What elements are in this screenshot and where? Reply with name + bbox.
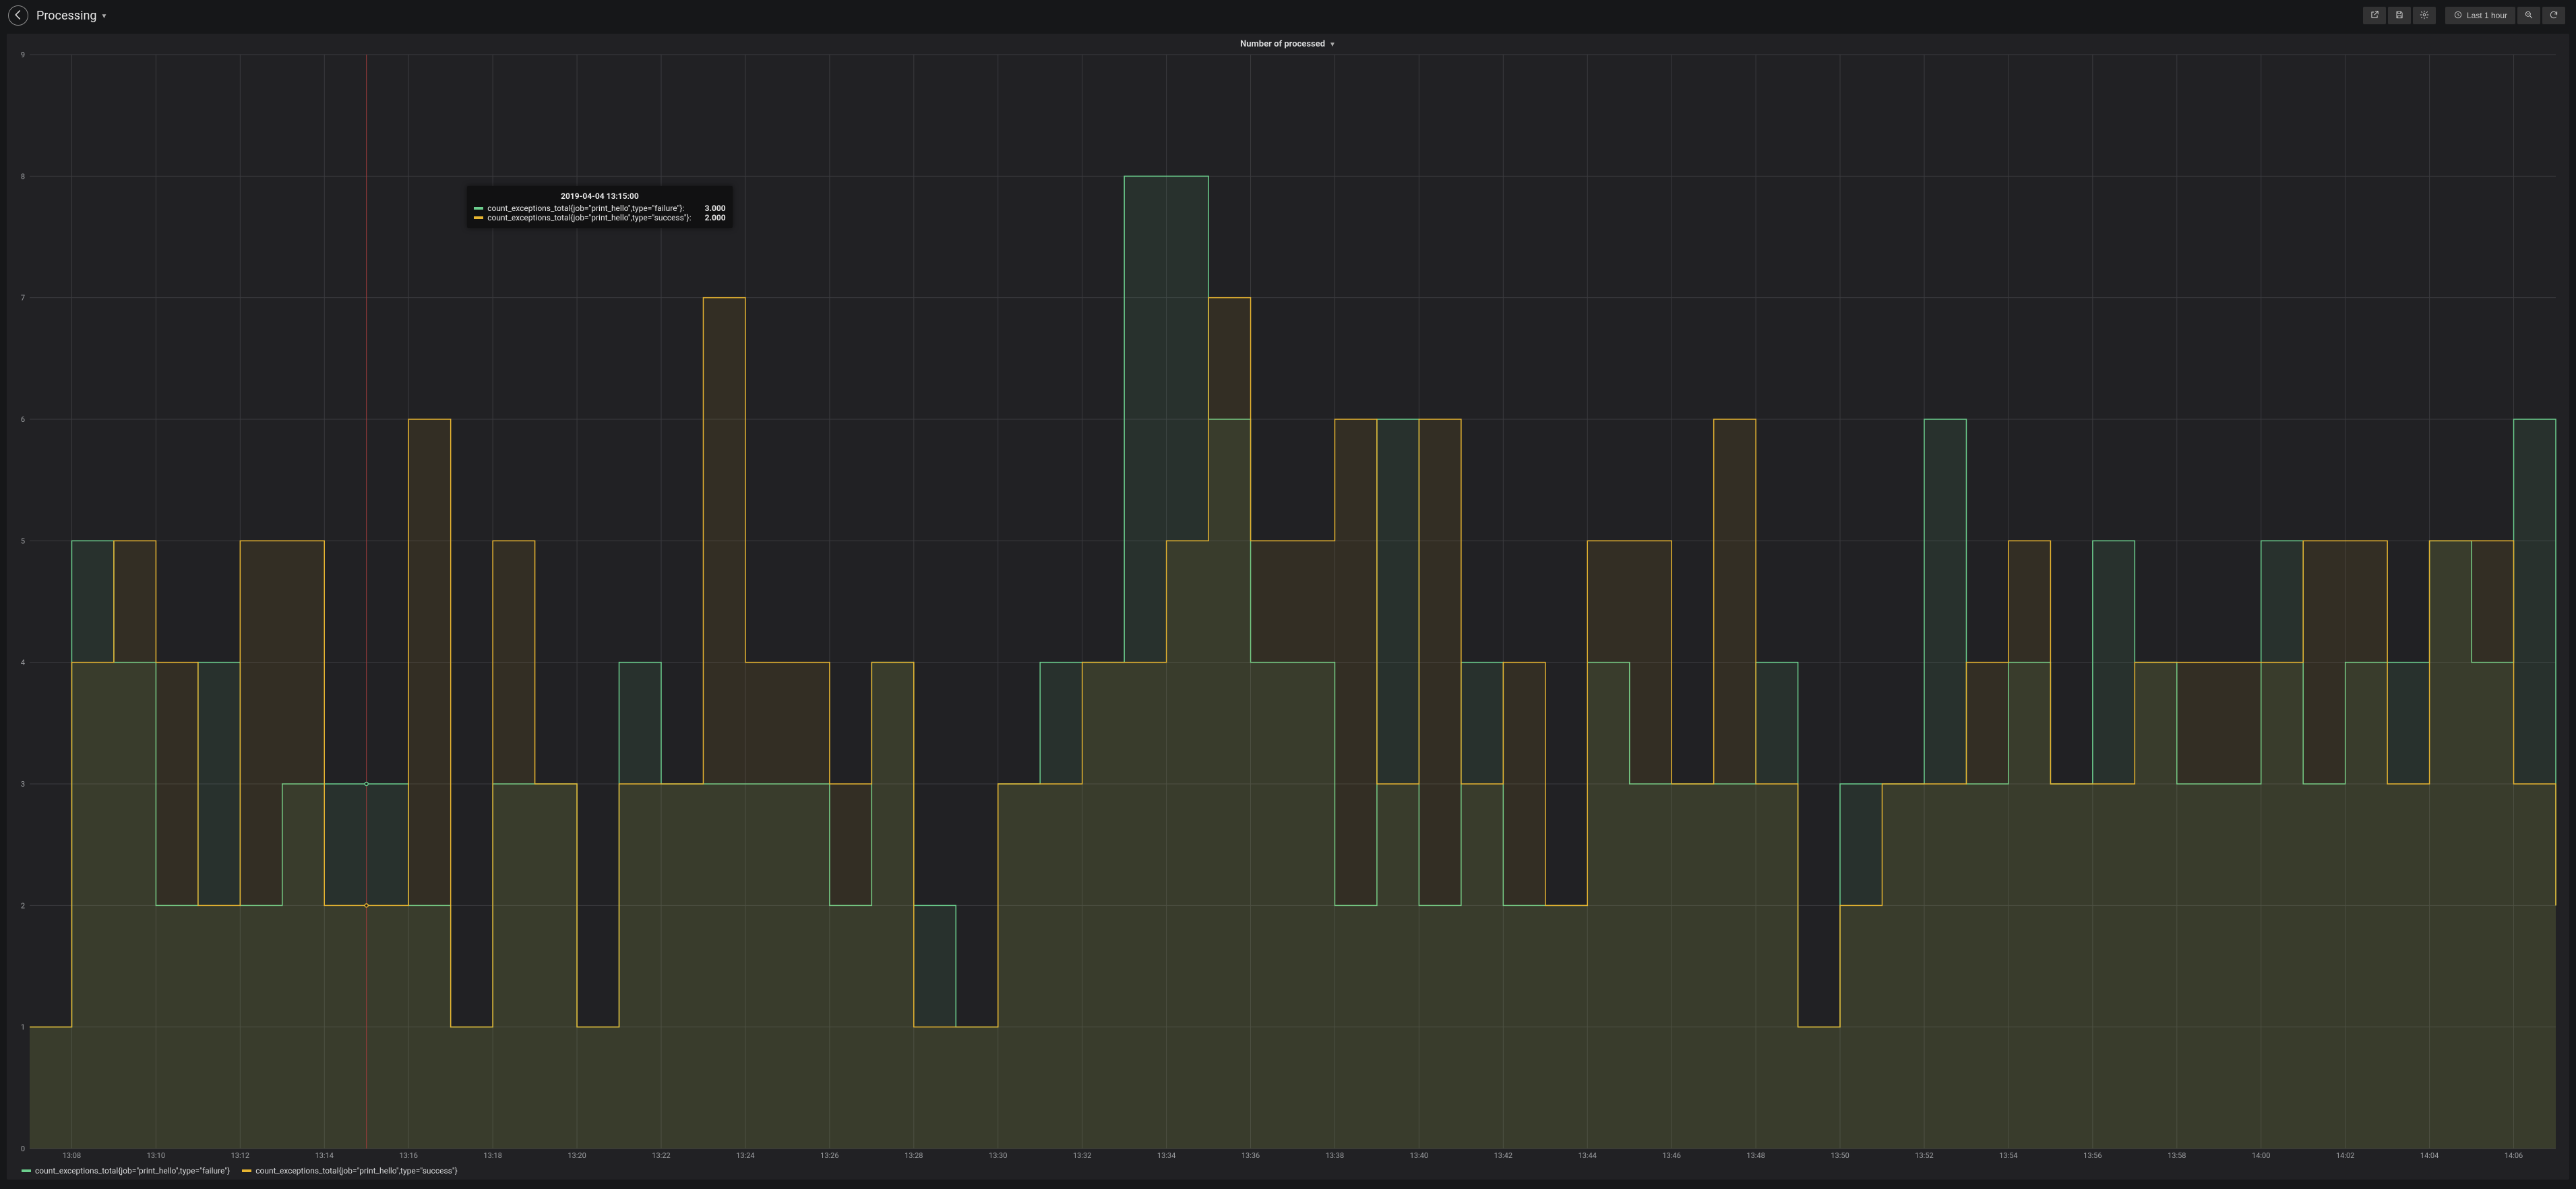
svg-text:6: 6 [21,415,25,424]
svg-text:13:46: 13:46 [1662,1151,1680,1160]
refresh-button[interactable] [2542,7,2565,24]
legend-item[interactable]: count_exceptions_total{job="print_hello"… [242,1166,458,1176]
svg-text:13:40: 13:40 [1410,1151,1428,1160]
svg-text:13:10: 13:10 [147,1151,165,1160]
zoom-out-button[interactable] [2517,7,2540,24]
svg-text:14:00: 14:00 [2252,1151,2270,1160]
panel: Number of processed ▼ 0 1 2 3 4 5 6 7 8 9 13:08 13:… [7,34,2569,1180]
svg-text:13:48: 13:48 [1746,1151,1765,1160]
chart-svg: 0 1 2 3 4 5 6 7 8 9 13:08 13:10 13:12 13:14 13:16 13:18… [13,51,2563,1163]
save-button[interactable] [2388,7,2411,24]
legend-item[interactable]: count_exceptions_total{job="print_hello"… [22,1166,230,1176]
legend-swatch [22,1169,31,1172]
svg-text:2: 2 [21,901,25,910]
settings-button[interactable] [2413,7,2436,24]
back-button[interactable] [8,5,28,26]
svg-text:14:06: 14:06 [2505,1151,2523,1160]
svg-text:9: 9 [21,51,25,59]
svg-text:13:16: 13:16 [399,1151,417,1160]
svg-text:13:22: 13:22 [652,1151,670,1160]
arrow-left-icon [12,9,24,23]
share-icon [2370,10,2379,22]
svg-text:1: 1 [21,1023,25,1032]
svg-text:7: 7 [21,294,25,303]
svg-text:13:58: 13:58 [2168,1151,2186,1160]
gear-icon [2420,10,2429,22]
dashboard-title-text: Processing [36,9,97,23]
svg-text:13:52: 13:52 [1915,1151,1933,1160]
svg-text:8: 8 [21,172,25,181]
share-button[interactable] [2363,7,2386,24]
svg-text:13:56: 13:56 [2083,1151,2102,1160]
svg-text:13:08: 13:08 [63,1151,81,1160]
chevron-down-icon: ▼ [101,13,108,20]
svg-text:13:50: 13:50 [1831,1151,1849,1160]
zoom-out-icon [2524,10,2534,22]
time-range-picker[interactable]: Last 1 hour [2445,7,2515,24]
svg-text:0: 0 [21,1145,25,1153]
svg-text:13:42: 13:42 [1494,1151,1512,1160]
svg-text:13:36: 13:36 [1241,1151,1260,1160]
svg-text:13:12: 13:12 [231,1151,249,1160]
time-range-label: Last 1 hour [2467,11,2507,20]
panel-title-dropdown[interactable]: Number of processed ▼ [1240,39,1336,49]
svg-text:5: 5 [21,537,25,545]
svg-text:13:30: 13:30 [989,1151,1007,1160]
svg-text:13:14: 13:14 [315,1151,334,1160]
chart-legend: count_exceptions_total{job="print_hello"… [13,1163,2563,1176]
svg-text:13:24: 13:24 [736,1151,754,1160]
panel-title-text: Number of processed [1240,39,1325,49]
refresh-icon [2549,10,2558,22]
save-icon [2395,10,2404,22]
svg-text:14:02: 14:02 [2336,1151,2354,1160]
svg-text:13:26: 13:26 [820,1151,838,1160]
dashboard-title-dropdown[interactable]: Processing ▼ [36,9,107,23]
svg-text:13:34: 13:34 [1157,1151,1175,1160]
svg-text:13:44: 13:44 [1578,1151,1597,1160]
svg-text:13:32: 13:32 [1073,1151,1091,1160]
legend-label: count_exceptions_total{job="print_hello"… [255,1166,458,1176]
chart-plot-area[interactable]: 0 1 2 3 4 5 6 7 8 9 13:08 13:10 13:12 13:14 13:16 13:18… [13,51,2563,1163]
chevron-down-icon: ▼ [1329,41,1336,49]
svg-text:3: 3 [21,780,25,789]
svg-text:13:38: 13:38 [1326,1151,1344,1160]
legend-label: count_exceptions_total{job="print_hello"… [35,1166,230,1176]
svg-text:14:04: 14:04 [2420,1151,2439,1160]
svg-text:13:20: 13:20 [568,1151,586,1160]
clock-icon [2453,10,2463,22]
svg-text:4: 4 [21,659,25,667]
svg-text:13:18: 13:18 [483,1151,501,1160]
svg-text:13:28: 13:28 [904,1151,923,1160]
svg-text:13:54: 13:54 [1999,1151,2017,1160]
legend-swatch [242,1169,251,1172]
